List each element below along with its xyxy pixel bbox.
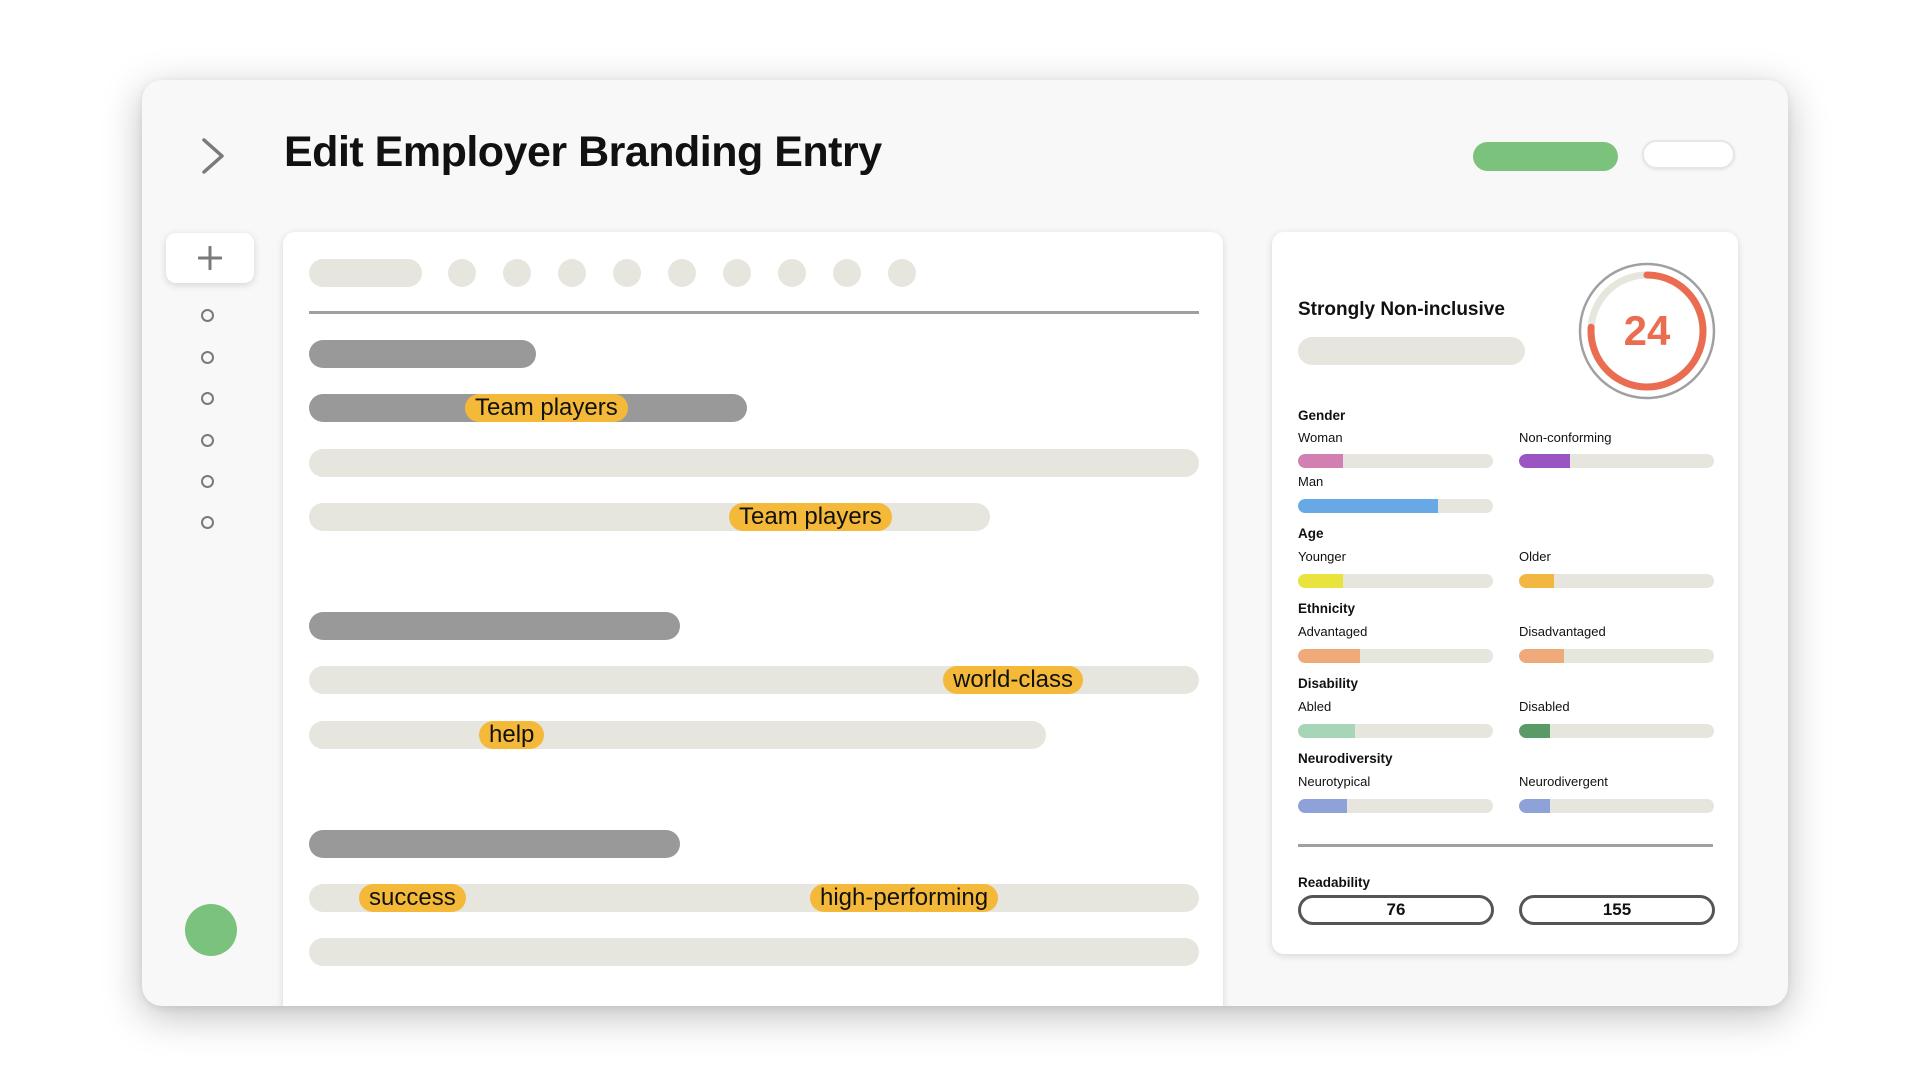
toolbar-style-selector[interactable] [309,259,422,287]
readability-heading: Readability [1298,875,1371,890]
disabled-meter [1519,724,1714,738]
ethnicity-heading: Ethnicity [1298,601,1356,616]
readability-word-count: 155 [1519,895,1715,925]
heading-placeholder [309,340,536,368]
abled-meter [1298,724,1493,738]
non-conforming-label: Non-conforming [1519,430,1612,445]
sidebar-nav-dot[interactable] [201,351,214,364]
toolbar-button[interactable] [723,259,751,287]
toolbar-button[interactable] [613,259,641,287]
heading-placeholder [309,830,680,858]
neurodivergent-meter [1519,799,1714,813]
neurotypical-label: Neurotypical [1298,774,1371,789]
neurodiversity-heading: Neurodiversity [1298,751,1393,766]
highlight-chip[interactable]: high-performing [810,884,999,912]
highlight-chip[interactable]: world-class [943,666,1084,694]
older-meter [1519,574,1714,588]
highlight-chip[interactable]: Team players [465,394,628,422]
man-label: Man [1298,474,1324,489]
chevron-right-icon[interactable] [198,136,230,176]
abled-label: Abled [1298,699,1332,714]
neurotypical-meter [1298,799,1493,813]
text-line [309,938,1199,966]
add-button[interactable] [166,233,254,283]
disadvantaged-meter [1519,649,1714,663]
highlight-chip[interactable]: success [359,884,466,912]
sidebar-nav-dot[interactable] [201,516,214,529]
app-window: Edit Employer Branding Entry Team player… [142,80,1788,1006]
panel-divider [1298,844,1713,847]
sidebar-nav-dot[interactable] [201,309,214,322]
sidebar-nav-dot[interactable] [201,392,214,405]
woman-label: Woman [1298,430,1343,445]
toolbar-button[interactable] [668,259,696,287]
text-line [309,449,1199,477]
toolbar-button[interactable] [833,259,861,287]
toolbar-button[interactable] [778,259,806,287]
plus-icon [198,246,222,270]
toolbar-button[interactable] [888,259,916,287]
toolbar-divider [309,311,1199,314]
cancel-button[interactable] [1642,140,1735,169]
disabled-label: Disabled [1519,699,1570,714]
toolbar-button[interactable] [558,259,586,287]
avatar[interactable] [185,904,237,956]
non-conforming-meter [1519,454,1714,468]
disability-heading: Disability [1298,676,1359,691]
man-meter [1298,499,1493,513]
age-heading: Age [1298,526,1324,541]
text-line [309,721,1046,749]
rating-placeholder [1298,337,1525,365]
younger-meter [1298,574,1493,588]
gender-heading: Gender [1298,408,1346,423]
highlight-chip[interactable]: help [479,721,545,749]
editor-card: Team players Team players world-class he… [283,232,1223,1006]
older-label: Older [1519,549,1551,564]
toolbar-button[interactable] [448,259,476,287]
advantaged-label: Advantaged [1298,624,1368,639]
inclusivity-rating: Strongly Non-inclusive [1298,299,1505,320]
sidebar-nav-dot[interactable] [201,475,214,488]
page-title: Edit Employer Branding Entry [284,128,882,176]
neurodivergent-label: Neurodivergent [1519,774,1608,789]
save-button[interactable] [1473,142,1618,171]
readability-score: 76 [1298,895,1494,925]
heading-placeholder [309,612,680,640]
disadvantaged-label: Disadvantaged [1519,624,1606,639]
highlight-chip[interactable]: Team players [729,503,892,531]
sidebar-nav-dot[interactable] [201,434,214,447]
score-value: 24 [1623,307,1671,354]
younger-label: Younger [1298,549,1346,564]
inclusivity-panel: Strongly Non-inclusive 24 Gender Woman N… [1272,232,1738,954]
woman-meter [1298,454,1493,468]
advantaged-meter [1298,649,1493,663]
toolbar-button[interactable] [503,259,531,287]
